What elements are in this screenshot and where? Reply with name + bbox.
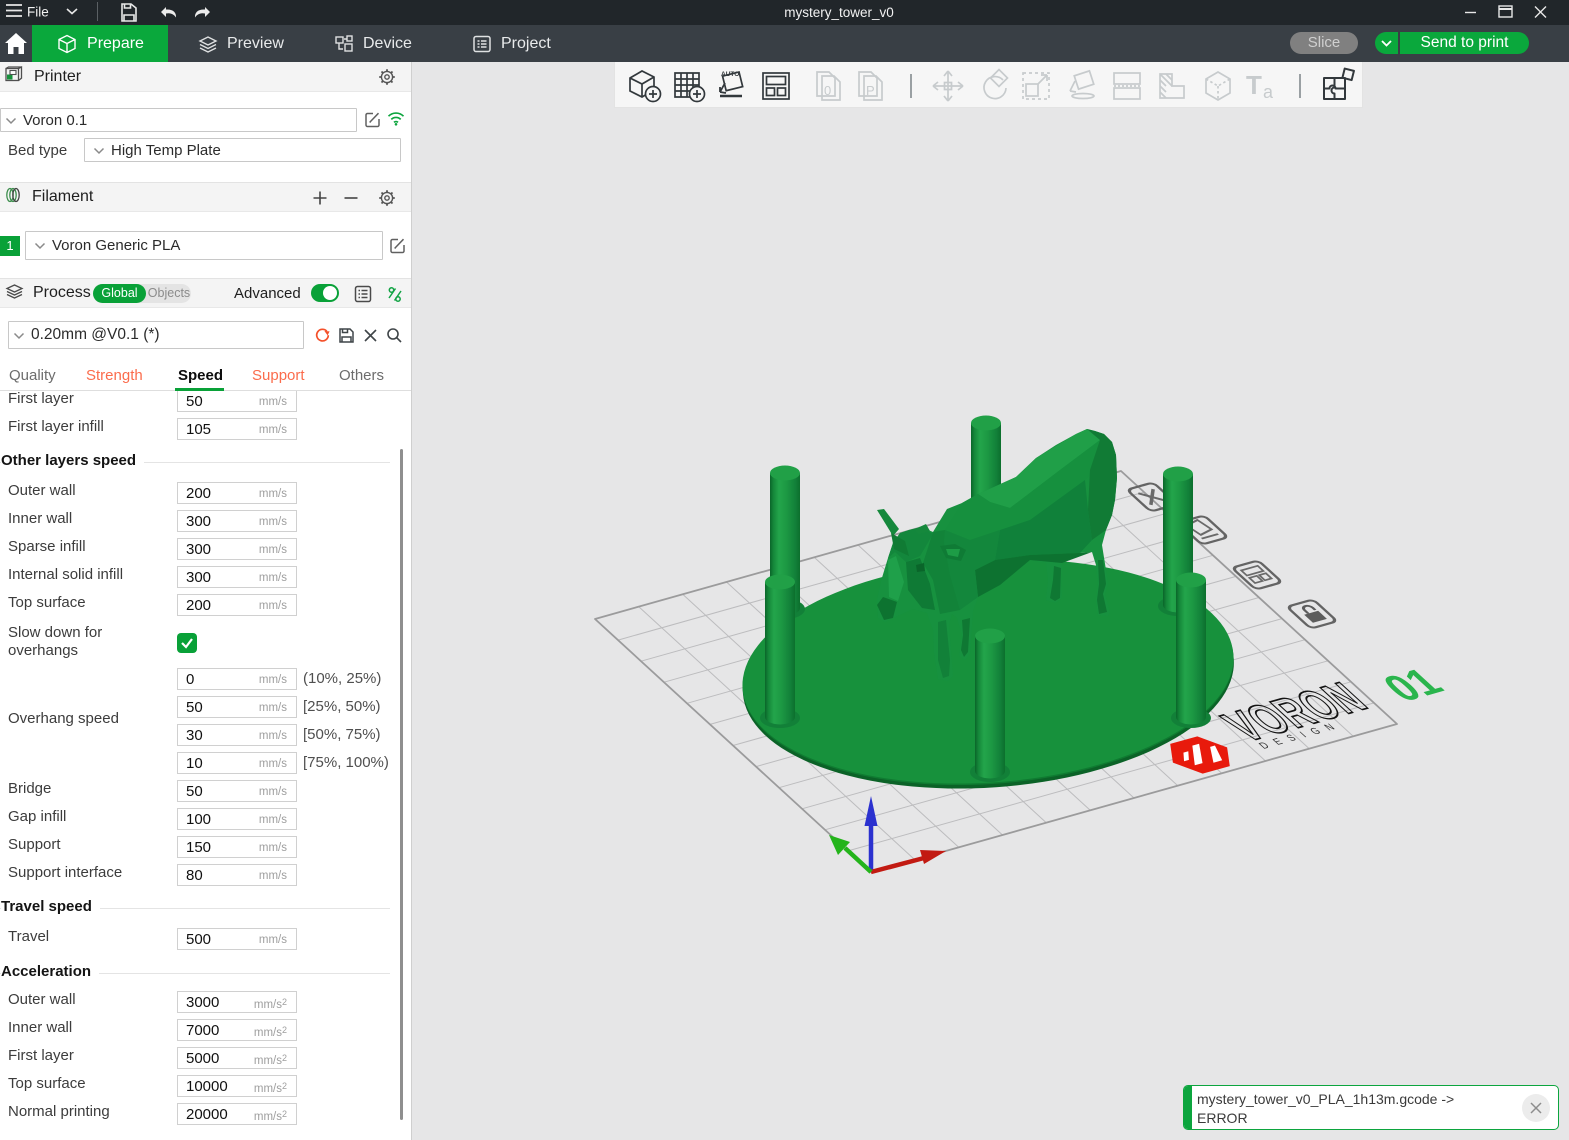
svg-text:File: File [27,5,49,20]
svg-text:T: T [1246,70,1262,100]
svg-text:AUTO: AUTO [721,71,739,78]
svg-text:01: 01 [1372,661,1454,709]
svg-text:P: P [866,83,875,98]
svg-text:a: a [1263,82,1274,102]
svg-text:0: 0 [824,83,831,98]
svg-text:mystery_tower_v0: mystery_tower_v0 [784,5,894,20]
